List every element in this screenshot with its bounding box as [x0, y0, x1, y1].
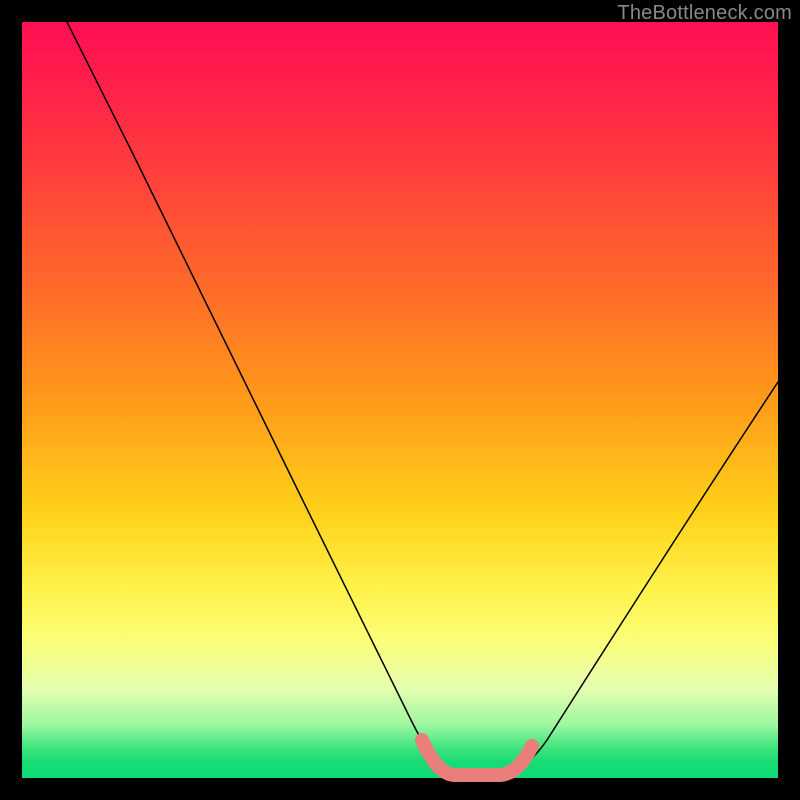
highlight-minimum: [422, 740, 532, 775]
chart-svg: [22, 22, 778, 778]
chart-frame: TheBottleneck.com: [0, 0, 800, 800]
watermark-text: TheBottleneck.com: [617, 2, 792, 25]
bottleneck-curve: [67, 22, 778, 774]
plot-area: [22, 22, 778, 778]
